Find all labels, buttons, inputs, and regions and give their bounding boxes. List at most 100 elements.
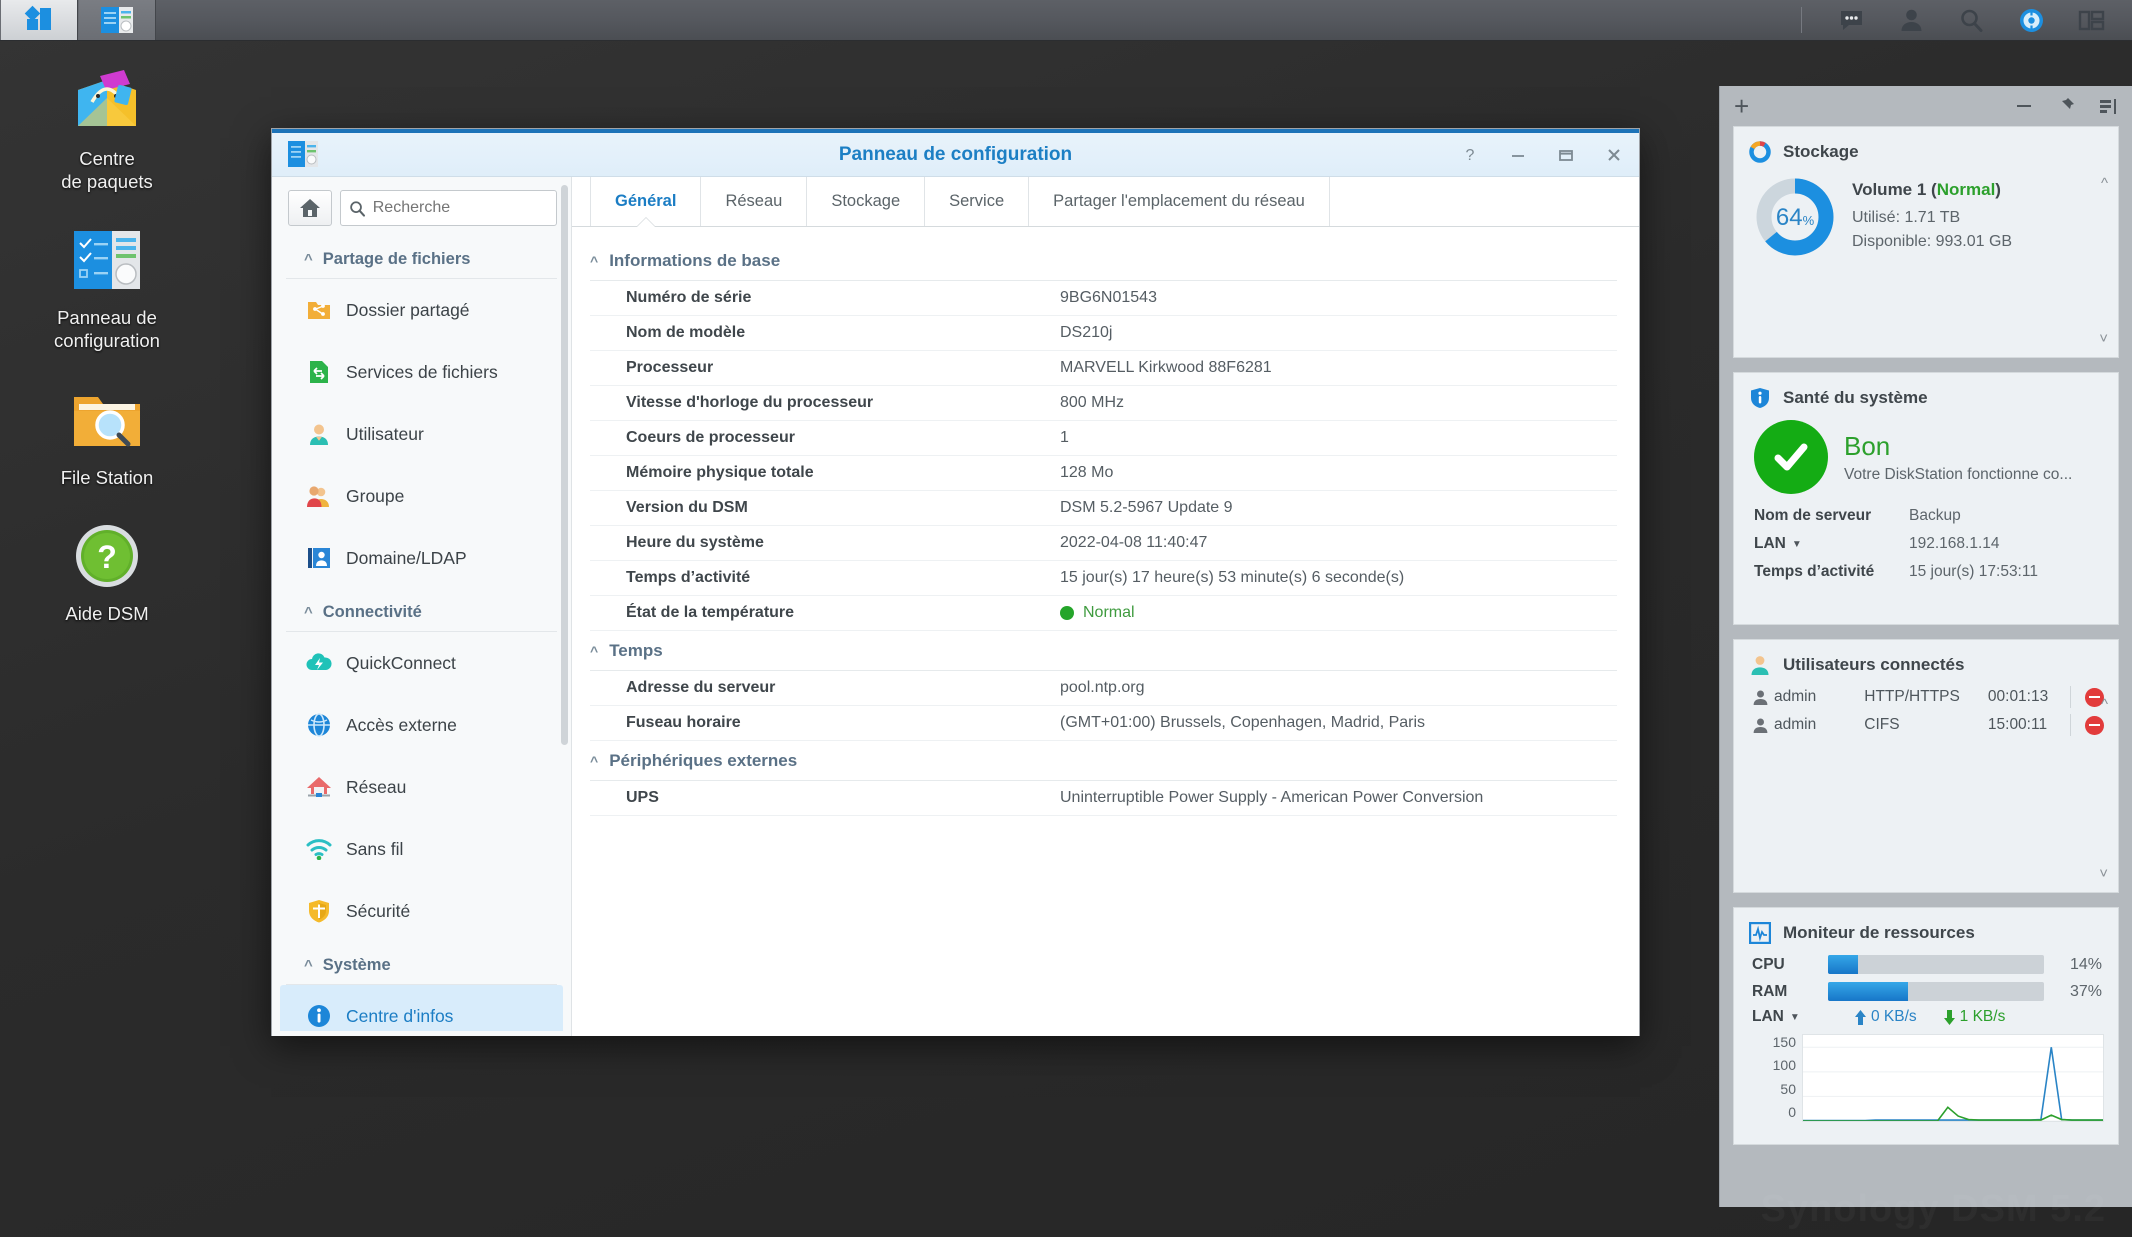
help-button[interactable]: ? — [1459, 144, 1481, 166]
minimize-icon[interactable] — [2014, 96, 2034, 116]
sidebar-item-groupe[interactable]: Groupe — [280, 465, 563, 527]
home-button[interactable] — [288, 190, 332, 226]
y-tick: 100 — [1752, 1057, 1796, 1073]
chevron-up-icon: ^ — [304, 605, 313, 620]
sidebar-item-domaine-ldap[interactable]: Domaine/LDAP — [280, 527, 563, 589]
health-text: Bon Votre DiskStation fonctionne co... — [1844, 430, 2072, 484]
section-title: Informations de base — [609, 251, 780, 271]
sidebar-item-centre-d-infos[interactable]: Centre d'infos — [280, 985, 563, 1031]
search-input[interactable] — [373, 199, 548, 217]
dock-right-icon[interactable] — [2098, 96, 2118, 116]
chevron-down-icon[interactable]: ˅ — [2099, 865, 2108, 882]
sidebar-item-quickconnect[interactable]: QuickConnect — [280, 632, 563, 694]
quickconnect-icon — [306, 650, 332, 676]
nav-group-connectivite[interactable]: ^ Connectivité — [286, 589, 557, 632]
health-key: Temps d’activité — [1754, 563, 1909, 581]
status-badge: Normal — [1083, 604, 1135, 622]
close-button[interactable] — [1603, 144, 1625, 166]
tab-service[interactable]: Service — [925, 177, 1029, 226]
maximize-button[interactable] — [1555, 144, 1577, 166]
user-account-icon[interactable] — [1896, 5, 1926, 35]
row-divider — [2070, 686, 2071, 708]
user-session-time: 15:00:11 — [1988, 716, 2066, 734]
security-shield-icon — [306, 898, 332, 924]
sidebar-item-sans-fil[interactable]: Sans fil — [280, 818, 563, 880]
external-access-icon — [306, 712, 332, 738]
sidebar-item-acces-externe[interactable]: Accès externe — [280, 694, 563, 756]
shared-folder-icon — [306, 297, 332, 323]
lan-selector[interactable]: LAN ▼ — [1752, 1008, 1828, 1026]
chevron-up-icon[interactable]: ^ — [2101, 696, 2108, 713]
nav-group-partage-de-fichiers[interactable]: ^ Partage de fichiers — [286, 236, 557, 279]
add-widget-button[interactable]: + — [1734, 93, 1749, 119]
sidebar-scrollbar[interactable] — [561, 185, 568, 745]
sidebar-item-dossier-partage[interactable]: Dossier partagé — [280, 279, 563, 341]
sidebar-item-label: Sans fil — [346, 839, 403, 860]
svg-text:?: ? — [97, 539, 117, 575]
sidebar-item-reseau[interactable]: Réseau — [280, 756, 563, 818]
window-titlebar[interactable]: Panneau de configuration ? — [272, 129, 1639, 177]
lan-label: LAN — [1754, 535, 1786, 553]
search-icon[interactable] — [1956, 5, 1986, 35]
info-value: 15 jour(s) 17 heure(s) 53 minute(s) 6 se… — [1060, 569, 1404, 587]
package-center-icon — [68, 62, 146, 140]
chevron-down-icon[interactable]: ▼ — [1792, 539, 1802, 550]
widget-title: Santé du système — [1783, 388, 1928, 408]
chevron-down-icon[interactable]: ˅ — [2099, 330, 2108, 347]
lan-traffic-chart: 150 100 50 0 — [1734, 1032, 2118, 1134]
pin-icon[interactable] — [2056, 96, 2076, 116]
search-box[interactable] — [340, 190, 557, 226]
nav-group-systeme[interactable]: ^ Système — [286, 942, 557, 985]
cpu-label: CPU — [1752, 956, 1828, 974]
info-row: Numéro de série 9BG6N01543 — [590, 281, 1617, 316]
info-row: Adresse du serveur pool.ntp.org — [590, 671, 1617, 706]
chevron-up-icon: ^ — [590, 253, 598, 269]
minimize-button[interactable] — [1507, 144, 1529, 166]
group-icon — [306, 483, 332, 509]
sidebar-item-label: Sécurité — [346, 901, 410, 922]
desktop-icon-label: Panneau de configuration — [54, 306, 160, 352]
info-value: pool.ntp.org — [1060, 679, 1145, 697]
widgets-icon[interactable] — [2016, 5, 2046, 35]
upload-value: 0 KB/s — [1871, 1008, 1917, 1026]
desktop-icon-package-center[interactable]: Centre de paquets — [32, 62, 182, 193]
cpu-progress-fill — [1828, 955, 1858, 974]
desktop-icon-dsm-help[interactable]: ? Aide DSM — [32, 517, 182, 625]
tab-reseau[interactable]: Réseau — [701, 177, 807, 226]
desktop-icon-file-station[interactable]: File Station — [32, 381, 182, 489]
main-menu-button[interactable] — [0, 0, 78, 40]
chevron-down-icon[interactable]: ▼ — [1790, 1012, 1800, 1023]
taskbar-window-control-panel[interactable] — [78, 0, 156, 40]
chevron-up-icon[interactable]: ^ — [2101, 175, 2108, 192]
info-value: 800 MHz — [1060, 394, 1124, 412]
chart-y-axis: 150 100 50 0 — [1752, 1034, 1796, 1122]
sidebar-item-securite[interactable]: Sécurité — [280, 880, 563, 942]
section-header-temps[interactable]: ^ Temps — [590, 631, 1617, 671]
tab-stockage[interactable]: Stockage — [807, 177, 925, 226]
health-key[interactable]: LAN ▼ — [1754, 535, 1909, 553]
tab-label: Stockage — [831, 192, 900, 211]
control-panel-main: Général Réseau Stockage Service Partager… — [572, 177, 1639, 1036]
info-key: Processeur — [590, 359, 1060, 377]
disconnect-user-button[interactable] — [2085, 716, 2104, 735]
notifications-icon[interactable] — [1836, 5, 1866, 35]
health-value: 192.168.1.14 — [1909, 535, 2000, 553]
desktop-icon-control-panel[interactable]: Panneau de configuration — [32, 221, 182, 352]
tab-label: Réseau — [725, 192, 782, 211]
nav-group-label: Système — [323, 956, 391, 975]
health-check-icon — [1754, 420, 1828, 494]
tab-partager-emplacement-reseau[interactable]: Partager l'emplacement du réseau — [1029, 177, 1330, 226]
storage-available: Disponible: 993.01 GB — [1852, 230, 2012, 254]
tab-general[interactable]: Général — [590, 177, 701, 226]
sidebar-item-utilisateur[interactable]: Utilisateur — [280, 403, 563, 465]
general-tab-content: ^ Informations de base Numéro de série 9… — [572, 227, 1639, 816]
storage-usage-donut: 64% — [1754, 176, 1836, 258]
section-header-informations-de-base[interactable]: ^ Informations de base — [590, 241, 1617, 281]
section-header-peripheriques-externes[interactable]: ^ Périphériques externes — [590, 741, 1617, 781]
pilot-view-icon[interactable] — [2076, 5, 2106, 35]
storage-body: 64% Volume 1 (Normal) Utilisé: 1.71 TB D… — [1734, 170, 2118, 268]
sidebar-item-services-de-fichiers[interactable]: Services de fichiers — [280, 341, 563, 403]
info-value: DS210j — [1060, 324, 1112, 342]
wireless-icon — [306, 836, 332, 862]
widget-system-health: Santé du système Bon Votre DiskStation f… — [1733, 372, 2119, 625]
